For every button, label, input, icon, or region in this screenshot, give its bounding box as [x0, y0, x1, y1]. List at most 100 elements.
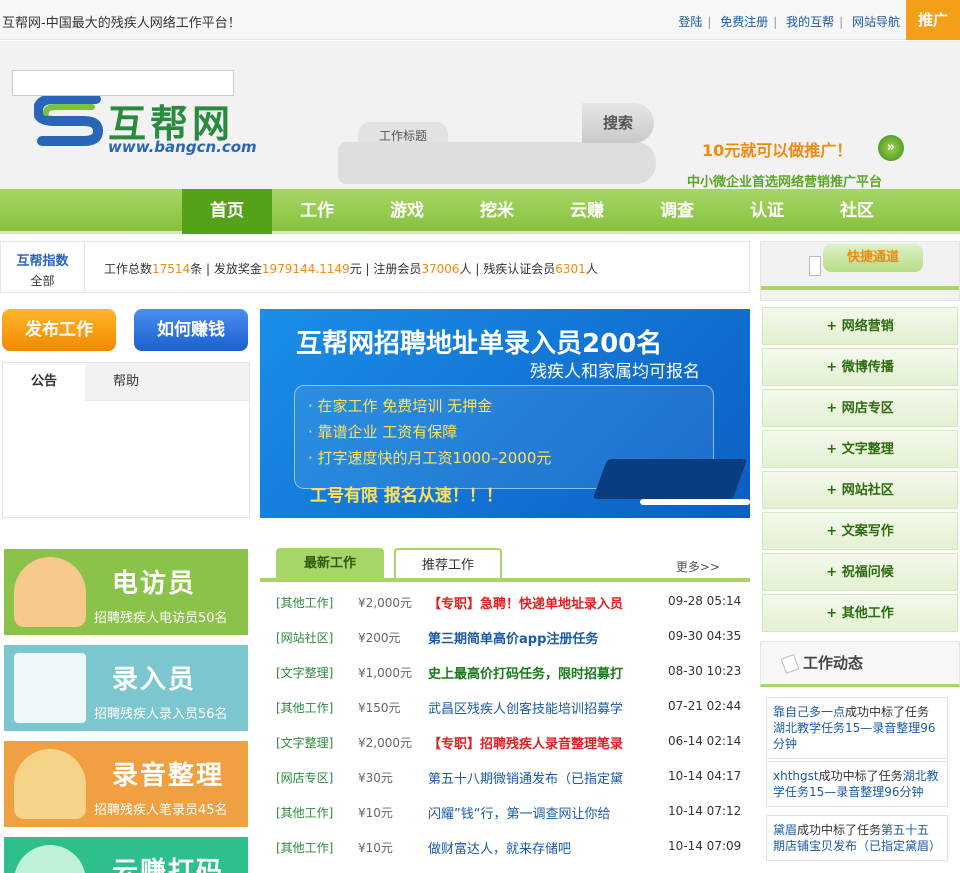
quick-item-shop[interactable]: + 网店专区	[762, 389, 958, 427]
nav-mining[interactable]: 挖米	[452, 189, 542, 234]
card-desc: 招聘残疾人电访员50名	[94, 611, 228, 626]
card-captcha[interactable]: 云赚打码	[4, 837, 248, 873]
table-row: [文字整理] ¥1,000元 史上最高价打码任务，限时招募打 08-30 10:…	[276, 656, 750, 691]
nav-community[interactable]: 社区	[812, 189, 902, 234]
quick-item-marketing[interactable]: + 网络营销	[762, 307, 958, 345]
stats-info: 工作总数17514条 | 发放奖金1979144.1149元 | 注册会员370…	[104, 260, 598, 277]
quick-item-text[interactable]: + 文字整理	[762, 430, 958, 468]
more-link[interactable]: 更多>>	[676, 558, 720, 575]
tab-latest-jobs[interactable]: 最新工作	[276, 548, 384, 580]
job-cards: 电访员 招聘残疾人电访员50名 录入员 招聘残疾人录入员56名 录音整理 招聘残…	[0, 527, 252, 873]
search-button[interactable]: 搜索	[582, 103, 654, 143]
nav-games[interactable]: 游戏	[362, 189, 452, 234]
job-category[interactable]: [其他工作]	[276, 804, 333, 821]
table-row: [文字整理] ¥2,000元 【专职】招聘残疾人录音整理笔录 06-14 02:…	[276, 726, 750, 761]
job-category[interactable]: [其他工作]	[276, 594, 333, 611]
task-link[interactable]: 湖北教学任务15—录音整理96分钟	[773, 721, 936, 751]
user-link[interactable]: 黛眉	[773, 823, 797, 837]
promo-button[interactable]: 推广	[906, 0, 960, 40]
header: 互帮网 www.bangcn.com 工作标题 搜索 10元就可以做推广！ » …	[0, 41, 960, 190]
welcome-text: 互帮网-中国最大的残疾人网络工作平台！	[2, 16, 241, 31]
site-nav-link[interactable]: 网站导航	[852, 15, 900, 29]
divider	[761, 286, 959, 290]
how-to-earn-button[interactable]: 如何赚钱	[134, 309, 248, 351]
job-title[interactable]: 闪耀”钱“行，第一调查网让你给	[428, 803, 610, 822]
job-time: 10-14 07:12	[668, 804, 742, 818]
card-phone-operator[interactable]: 电访员 招聘残疾人电访员50名	[4, 549, 248, 635]
job-pay: ¥1,000元	[358, 666, 412, 680]
quick-item-greetings[interactable]: + 祝福问候	[762, 553, 958, 591]
right-sidebar: 快捷通道 + 网络营销 + 微博传播 + 网店专区 + 文字整理 + 网站社区 …	[760, 241, 960, 873]
quick-item-weibo[interactable]: + 微博传播	[762, 348, 958, 386]
recruit-banner[interactable]: 互帮网招聘地址单录入员200名 残疾人和家属均可报名 · 在家工作 免费培训 无…	[260, 309, 750, 518]
stats-text: 条 | 发放奖金	[190, 262, 262, 276]
card-data-entry[interactable]: 录入员 招聘残疾人录入员56名	[4, 645, 248, 731]
nav-home[interactable]: 首页	[182, 189, 272, 234]
operator-figure-icon	[14, 557, 86, 627]
banner-bullet: · 靠谱企业 工资有保障	[308, 423, 458, 441]
user-link[interactable]: xhthgst	[773, 769, 819, 783]
table-row: [网店专区] ¥30元 第五十八期微销通发布（已指定黛 10-14 04:17	[276, 761, 750, 796]
job-category[interactable]: [网站社区]	[276, 629, 333, 646]
job-category[interactable]: [文字整理]	[276, 734, 333, 751]
card-desc: 招聘残疾人笔录员45名	[94, 803, 228, 818]
tab-recommended-jobs[interactable]: 推荐工作	[394, 548, 502, 580]
nav-certify[interactable]: 认证	[722, 189, 812, 234]
table-row: [其他工作] ¥150元 武昌区残疾人创客技能培训招募学 07-21 02:44	[276, 691, 750, 726]
stat-bonus: 1979144.1149	[261, 262, 350, 276]
stats-scope[interactable]: 全部	[1, 272, 84, 289]
user-link[interactable]: 靠自己多一点	[773, 705, 845, 719]
job-pay: ¥30元	[358, 771, 393, 785]
banner-title: 互帮网招聘地址单录入员200名	[296, 329, 663, 359]
job-time: 07-21 02:44	[668, 699, 742, 713]
quick-item-other[interactable]: + 其他工作	[762, 594, 958, 632]
quick-item-community[interactable]: + 网站社区	[762, 471, 958, 509]
job-title[interactable]: 做财富达人，就来存储吧	[428, 838, 571, 857]
list-item: 靠自己多一点成功中标了任务湖北教学任务15—录音整理96分钟	[766, 697, 948, 759]
card-title: 云赚打码	[112, 857, 225, 873]
post-job-button[interactable]: 发布工作	[2, 309, 116, 351]
nav-work[interactable]: 工作	[272, 189, 362, 234]
job-title[interactable]: 第三期简单高价app注册任务	[428, 628, 598, 647]
login-link[interactable]: 登陆	[678, 15, 702, 29]
stat-job-count: 17514	[152, 262, 191, 276]
arrow-right-icon[interactable]: »	[878, 135, 904, 161]
job-category[interactable]: [网店专区]	[276, 769, 333, 786]
logo-icon[interactable]	[34, 93, 104, 147]
stat-members: 37006	[421, 262, 460, 276]
banner-bullet: · 打字速度快的月工资1000–2000元	[308, 449, 552, 467]
quick-access-title: 快捷通道	[823, 244, 923, 272]
job-time: 06-14 02:14	[668, 734, 742, 748]
nav-survey[interactable]: 调查	[632, 189, 722, 234]
job-title[interactable]: 武昌区残疾人创客技能培训招募学	[428, 698, 623, 717]
register-link[interactable]: 免费注册	[720, 15, 768, 29]
search-input[interactable]	[12, 70, 234, 96]
job-title[interactable]: 第五十八期微销通发布（已指定黛	[428, 768, 623, 787]
tab-help[interactable]: 帮助	[85, 363, 167, 401]
ad-subline[interactable]: 中小微企业首选网络营销推广平台	[687, 171, 882, 190]
job-category[interactable]: [其他工作]	[276, 839, 333, 856]
job-time: 08-30 10:23	[668, 664, 742, 678]
table-row: [其他工作] ¥10元 闪耀”钱“行，第一调查网让你给 10-14 07:12	[276, 796, 750, 831]
my-account-link[interactable]: 我的互帮	[786, 15, 834, 29]
job-category[interactable]: [文字整理]	[276, 664, 333, 681]
ad-headline[interactable]: 10元就可以做推广！	[702, 137, 852, 161]
job-pay: ¥150元	[358, 701, 401, 715]
card-desc: 招聘残疾人录入员56名	[94, 707, 228, 722]
job-title[interactable]: 史上最高价打码任务，限时招募打	[428, 663, 623, 682]
job-time: 09-30 04:35	[668, 629, 742, 643]
job-title[interactable]: 【专职】招聘残疾人录音整理笔录	[428, 733, 623, 752]
nav-cloud-earn[interactable]: 云赚	[542, 189, 632, 234]
job-title[interactable]: 【专职】急聘！快递单地址录入员	[428, 593, 623, 612]
dynamic-text: 成功中标了任务	[797, 823, 882, 837]
job-time: 09-28 05:14	[668, 594, 742, 608]
card-transcription[interactable]: 录音整理 招聘残疾人笔录员45名	[4, 741, 248, 827]
quick-item-copywriting[interactable]: + 文案写作	[762, 512, 958, 550]
banner-bullet: · 在家工作 免费培训 无押金	[308, 397, 493, 415]
stats-panel: 互帮指数 全部 工作总数17514条 | 发放奖金1979144.1149元 |…	[0, 241, 750, 293]
job-category[interactable]: [其他工作]	[276, 699, 333, 716]
list-item: 黛眉成功中标了任务第五十五期店铺宝贝发布（已指定黛眉）	[766, 815, 948, 861]
tab-announcement[interactable]: 公告	[3, 363, 85, 401]
banner-slider-dot[interactable]	[640, 499, 750, 505]
banner-cta: 工号有限 报名从速！！！	[310, 486, 503, 506]
